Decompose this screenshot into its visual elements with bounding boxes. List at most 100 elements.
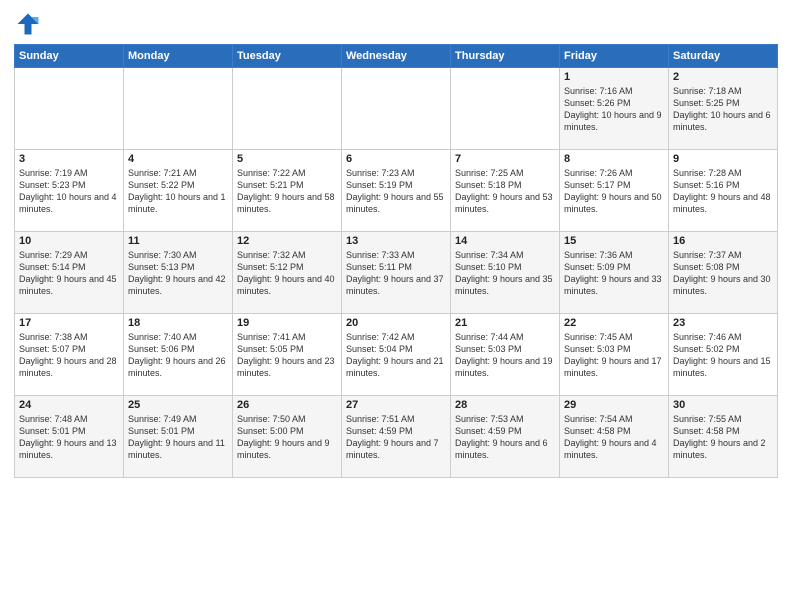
calendar-cell: 1 Sunrise: 7:16 AM Sunset: 5:26 PM Daylig… bbox=[560, 68, 669, 150]
calendar-cell: 8Sunrise: 7:26 AM Sunset: 5:17 PM Daylig… bbox=[560, 150, 669, 232]
day-number: 28 bbox=[455, 399, 555, 411]
calendar-cell: 22 Sunrise: 7:45 AM Sunset: 5:03 PM Dayli… bbox=[560, 314, 669, 396]
day-number: 26 bbox=[237, 399, 337, 411]
weekday-header-sunday: Sunday bbox=[15, 45, 124, 68]
day-detail: Sunrise: 7:16 AM Sunset: 5:26 PM Dayligh… bbox=[564, 85, 664, 134]
day-number: 25 bbox=[128, 399, 228, 411]
calendar-cell: 14 Sunrise: 7:34 AM Sunset: 5:10 PM Dayli… bbox=[451, 232, 560, 314]
day-detail: Sunrise: 7:22 AM Sunset: 5:21 PM Dayligh… bbox=[237, 167, 337, 216]
day-number: 1 bbox=[564, 71, 664, 83]
day-detail: Sunrise: 7:54 AM Sunset: 4:58 PM Dayligh… bbox=[564, 413, 664, 462]
day-number: 8 bbox=[564, 153, 664, 165]
calendar-cell: 27 Sunrise: 7:51 AM Sunset: 4:59 PM Dayli… bbox=[342, 396, 451, 478]
day-detail: Sunrise: 7:37 AM Sunset: 5:08 PM Dayligh… bbox=[673, 249, 773, 298]
header bbox=[14, 10, 778, 38]
calendar-cell: 4Sunrise: 7:21 AM Sunset: 5:22 PM Daylig… bbox=[124, 150, 233, 232]
calendar-cell: 18 Sunrise: 7:40 AM Sunset: 5:06 PM Dayli… bbox=[124, 314, 233, 396]
weekday-header-thursday: Thursday bbox=[451, 45, 560, 68]
weekday-header-monday: Monday bbox=[124, 45, 233, 68]
calendar-cell: 13Sunrise: 7:33 AM Sunset: 5:11 PM Dayli… bbox=[342, 232, 451, 314]
day-number: 24 bbox=[19, 399, 119, 411]
day-detail: Sunrise: 7:30 AM Sunset: 5:13 PM Dayligh… bbox=[128, 249, 228, 298]
calendar-table: SundayMondayTuesdayWednesdayThursdayFrid… bbox=[14, 44, 778, 478]
calendar-cell: 19 Sunrise: 7:41 AM Sunset: 5:05 PM Dayli… bbox=[233, 314, 342, 396]
day-number: 23 bbox=[673, 317, 773, 329]
calendar-cell bbox=[124, 68, 233, 150]
page: SundayMondayTuesdayWednesdayThursdayFrid… bbox=[0, 0, 792, 612]
day-detail: Sunrise: 7:38 AM Sunset: 5:07 PM Dayligh… bbox=[19, 331, 119, 380]
calendar-cell: 25Sunrise: 7:49 AM Sunset: 5:01 PM Dayli… bbox=[124, 396, 233, 478]
calendar-cell: 6 Sunrise: 7:23 AM Sunset: 5:19 PM Daylig… bbox=[342, 150, 451, 232]
calendar-cell bbox=[342, 68, 451, 150]
calendar-week-row: 1 Sunrise: 7:16 AM Sunset: 5:26 PM Daylig… bbox=[15, 68, 778, 150]
calendar-cell: 20 Sunrise: 7:42 AM Sunset: 5:04 PM Dayli… bbox=[342, 314, 451, 396]
calendar-cell: 17 Sunrise: 7:38 AM Sunset: 5:07 PM Dayli… bbox=[15, 314, 124, 396]
weekday-header-tuesday: Tuesday bbox=[233, 45, 342, 68]
calendar-cell: 2 Sunrise: 7:18 AM Sunset: 5:25 PM Daylig… bbox=[669, 68, 778, 150]
day-detail: Sunrise: 7:32 AM Sunset: 5:12 PM Dayligh… bbox=[237, 249, 337, 298]
day-number: 12 bbox=[237, 235, 337, 247]
day-detail: Sunrise: 7:44 AM Sunset: 5:03 PM Dayligh… bbox=[455, 331, 555, 380]
day-detail: Sunrise: 7:33 AM Sunset: 5:11 PM Dayligh… bbox=[346, 249, 446, 298]
day-detail: Sunrise: 7:34 AM Sunset: 5:10 PM Dayligh… bbox=[455, 249, 555, 298]
day-number: 11 bbox=[128, 235, 228, 247]
calendar-cell: 12 Sunrise: 7:32 AM Sunset: 5:12 PM Dayli… bbox=[233, 232, 342, 314]
calendar-cell: 30Sunrise: 7:55 AM Sunset: 4:58 PM Dayli… bbox=[669, 396, 778, 478]
day-number: 3 bbox=[19, 153, 119, 165]
calendar-cell bbox=[451, 68, 560, 150]
calendar-week-row: 10Sunrise: 7:29 AM Sunset: 5:14 PM Dayli… bbox=[15, 232, 778, 314]
calendar-cell: 21 Sunrise: 7:44 AM Sunset: 5:03 PM Dayli… bbox=[451, 314, 560, 396]
calendar-cell bbox=[233, 68, 342, 150]
day-number: 19 bbox=[237, 317, 337, 329]
calendar-cell: 16 Sunrise: 7:37 AM Sunset: 5:08 PM Dayli… bbox=[669, 232, 778, 314]
day-detail: Sunrise: 7:23 AM Sunset: 5:19 PM Dayligh… bbox=[346, 167, 446, 216]
day-detail: Sunrise: 7:29 AM Sunset: 5:14 PM Dayligh… bbox=[19, 249, 119, 298]
day-detail: Sunrise: 7:46 AM Sunset: 5:02 PM Dayligh… bbox=[673, 331, 773, 380]
day-detail: Sunrise: 7:42 AM Sunset: 5:04 PM Dayligh… bbox=[346, 331, 446, 380]
calendar-cell: 5Sunrise: 7:22 AM Sunset: 5:21 PM Daylig… bbox=[233, 150, 342, 232]
day-number: 29 bbox=[564, 399, 664, 411]
calendar-cell: 15 Sunrise: 7:36 AM Sunset: 5:09 PM Dayli… bbox=[560, 232, 669, 314]
day-number: 16 bbox=[673, 235, 773, 247]
day-number: 17 bbox=[19, 317, 119, 329]
day-detail: Sunrise: 7:50 AM Sunset: 5:00 PM Dayligh… bbox=[237, 413, 337, 462]
day-detail: Sunrise: 7:41 AM Sunset: 5:05 PM Dayligh… bbox=[237, 331, 337, 380]
day-number: 6 bbox=[346, 153, 446, 165]
day-detail: Sunrise: 7:36 AM Sunset: 5:09 PM Dayligh… bbox=[564, 249, 664, 298]
day-number: 18 bbox=[128, 317, 228, 329]
calendar-cell: 23 Sunrise: 7:46 AM Sunset: 5:02 PM Dayli… bbox=[669, 314, 778, 396]
day-number: 21 bbox=[455, 317, 555, 329]
day-detail: Sunrise: 7:21 AM Sunset: 5:22 PM Dayligh… bbox=[128, 167, 228, 216]
calendar-week-row: 24 Sunrise: 7:48 AM Sunset: 5:01 PM Dayli… bbox=[15, 396, 778, 478]
day-detail: Sunrise: 7:48 AM Sunset: 5:01 PM Dayligh… bbox=[19, 413, 119, 462]
day-number: 9 bbox=[673, 153, 773, 165]
logo-icon bbox=[14, 10, 42, 38]
weekday-header-row: SundayMondayTuesdayWednesdayThursdayFrid… bbox=[15, 45, 778, 68]
calendar-cell: 26 Sunrise: 7:50 AM Sunset: 5:00 PM Dayli… bbox=[233, 396, 342, 478]
day-detail: Sunrise: 7:53 AM Sunset: 4:59 PM Dayligh… bbox=[455, 413, 555, 462]
day-detail: Sunrise: 7:25 AM Sunset: 5:18 PM Dayligh… bbox=[455, 167, 555, 216]
day-number: 15 bbox=[564, 235, 664, 247]
day-number: 14 bbox=[455, 235, 555, 247]
day-number: 7 bbox=[455, 153, 555, 165]
day-detail: Sunrise: 7:51 AM Sunset: 4:59 PM Dayligh… bbox=[346, 413, 446, 462]
day-detail: Sunrise: 7:40 AM Sunset: 5:06 PM Dayligh… bbox=[128, 331, 228, 380]
day-number: 30 bbox=[673, 399, 773, 411]
day-detail: Sunrise: 7:45 AM Sunset: 5:03 PM Dayligh… bbox=[564, 331, 664, 380]
calendar-cell: 3 Sunrise: 7:19 AM Sunset: 5:23 PM Daylig… bbox=[15, 150, 124, 232]
calendar-cell: 24 Sunrise: 7:48 AM Sunset: 5:01 PM Dayli… bbox=[15, 396, 124, 478]
calendar-cell: 7 Sunrise: 7:25 AM Sunset: 5:18 PM Daylig… bbox=[451, 150, 560, 232]
calendar-cell: 29 Sunrise: 7:54 AM Sunset: 4:58 PM Dayli… bbox=[560, 396, 669, 478]
day-number: 2 bbox=[673, 71, 773, 83]
day-number: 20 bbox=[346, 317, 446, 329]
calendar-cell bbox=[15, 68, 124, 150]
day-detail: Sunrise: 7:18 AM Sunset: 5:25 PM Dayligh… bbox=[673, 85, 773, 134]
weekday-header-friday: Friday bbox=[560, 45, 669, 68]
day-number: 22 bbox=[564, 317, 664, 329]
day-detail: Sunrise: 7:19 AM Sunset: 5:23 PM Dayligh… bbox=[19, 167, 119, 216]
day-number: 27 bbox=[346, 399, 446, 411]
logo bbox=[14, 10, 46, 38]
calendar-cell: 11 Sunrise: 7:30 AM Sunset: 5:13 PM Dayli… bbox=[124, 232, 233, 314]
calendar-week-row: 3 Sunrise: 7:19 AM Sunset: 5:23 PM Daylig… bbox=[15, 150, 778, 232]
weekday-header-wednesday: Wednesday bbox=[342, 45, 451, 68]
